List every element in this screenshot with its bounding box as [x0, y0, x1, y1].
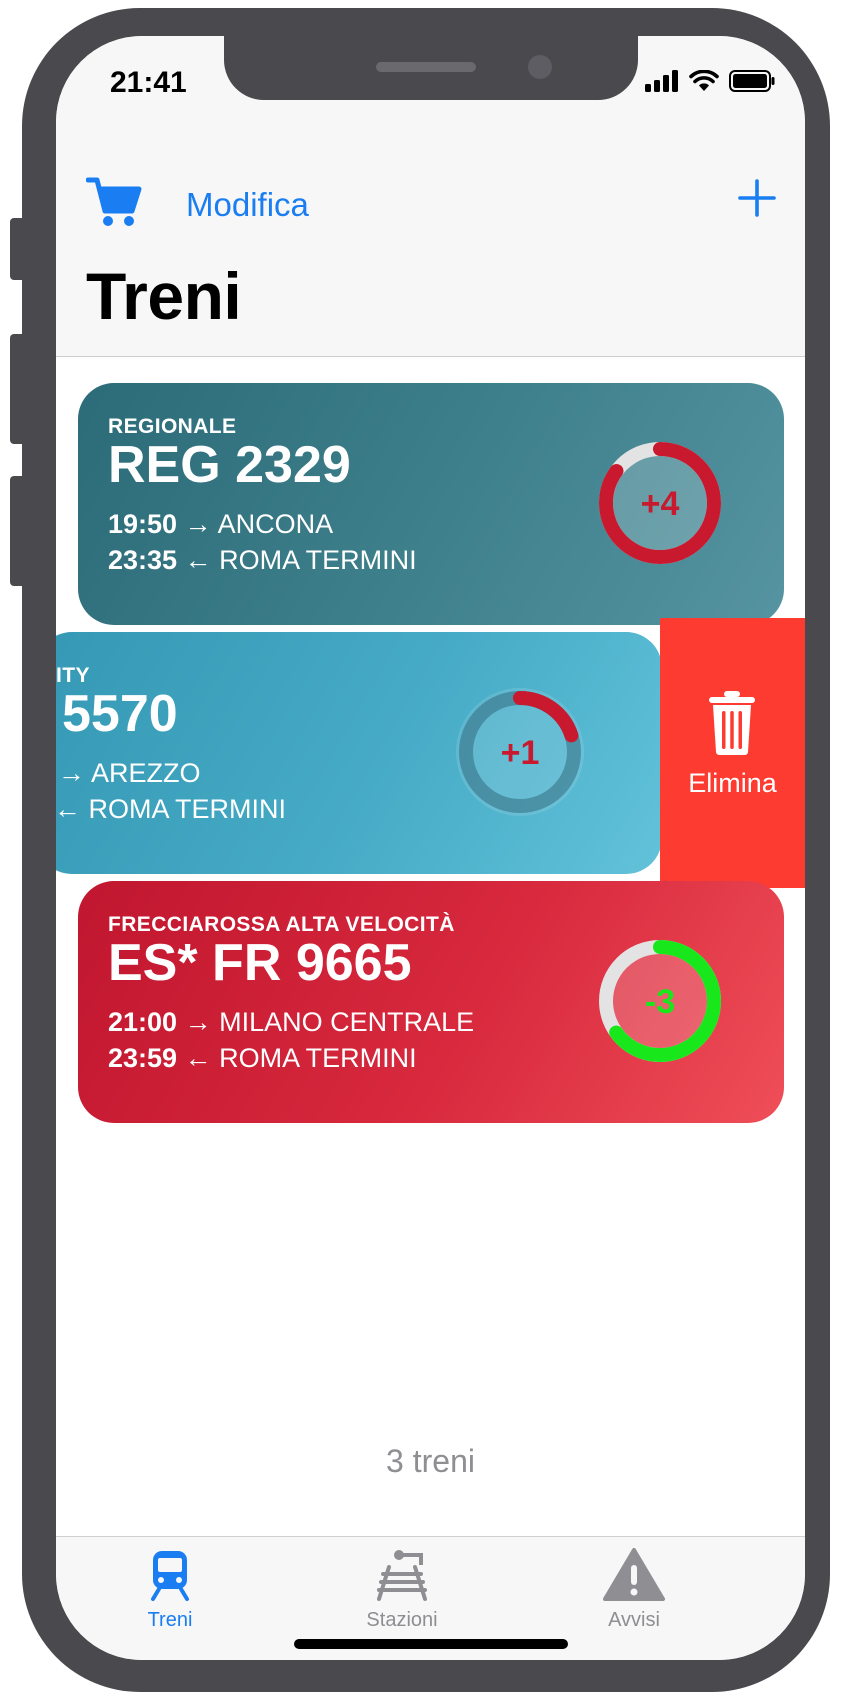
trash-icon — [709, 691, 755, 755]
tab-avvisi[interactable]: Avvisi — [534, 1537, 734, 1632]
station-icon — [377, 1550, 427, 1601]
delay-value: +1 — [501, 734, 540, 772]
notch — [224, 36, 638, 100]
tab-label: Stazioni — [366, 1609, 438, 1631]
departure-row: 19:50 → ANCONA — [108, 509, 333, 540]
arrow-left-icon: ← — [184, 545, 212, 575]
warning-icon — [603, 1548, 665, 1601]
tab-label: Treni — [147, 1609, 193, 1631]
status-time: 21:41 — [110, 66, 187, 99]
front-camera — [528, 55, 552, 79]
departure-time: 19:50 — [108, 509, 178, 539]
arrival-time: 23:59 — [108, 1043, 178, 1073]
speaker — [376, 62, 476, 72]
screen: 21:41 Modifica Treni REGIONALE REG 2329 … — [56, 36, 805, 1660]
departure-row: → AREZZO — [58, 758, 201, 789]
train-count-label: 3 treni — [386, 1443, 475, 1479]
train-icon — [151, 1551, 189, 1601]
tab-stazioni[interactable]: Stazioni — [302, 1537, 502, 1632]
add-icon[interactable] — [737, 178, 777, 218]
delay-ring: -3 — [599, 940, 721, 1062]
origin: ROMA TERMINI — [88, 794, 287, 824]
tab-treni[interactable]: Treni — [70, 1537, 270, 1632]
arrival-row: 23:59 ← ROMA TERMINI — [108, 1043, 417, 1074]
delay-ring: +1 — [456, 688, 584, 816]
train-card[interactable]: FRECCIAROSSA ALTA VELOCITÀ ES* FR 9665 2… — [78, 881, 784, 1123]
destination: ANCONA — [217, 509, 334, 539]
edit-button[interactable]: Modifica — [186, 186, 309, 224]
delay-value: +4 — [641, 485, 680, 523]
arrow-right-icon: → — [184, 509, 212, 539]
arrow-left-icon: ← — [56, 794, 81, 824]
navigation-bar: Modifica Treni — [56, 126, 805, 357]
origin: ROMA TERMINI — [219, 545, 417, 575]
cart-icon[interactable] — [86, 174, 142, 230]
delay-value: -3 — [645, 983, 675, 1021]
train-card-swiped[interactable]: ITY 5570 → AREZZO ← ROMA TERMINI +1 — [56, 632, 662, 874]
destination: MILANO CENTRALE — [219, 1007, 475, 1037]
train-card[interactable]: REGIONALE REG 2329 19:50 → ANCONA 23:35 … — [78, 383, 784, 625]
arrival-row: 23:35 ← ROMA TERMINI — [108, 545, 417, 576]
volume-down-button — [10, 476, 26, 586]
arrow-right-icon: → — [184, 1007, 212, 1037]
arrow-right-icon: → — [58, 758, 85, 788]
wifi-icon — [689, 70, 719, 91]
departure-row: 21:00 → MILANO CENTRALE — [108, 1007, 474, 1038]
arrival-row: ← ROMA TERMINI — [56, 794, 286, 825]
volume-up-button — [10, 334, 26, 444]
cellular-signal-icon — [645, 70, 678, 92]
status-icons — [645, 70, 775, 92]
tab-label: Avvisi — [608, 1609, 660, 1631]
departure-time: 21:00 — [108, 1007, 178, 1037]
arrow-left-icon: ← — [184, 1043, 212, 1073]
origin: ROMA TERMINI — [219, 1043, 417, 1073]
train-number: ES* FR 9665 — [108, 934, 412, 992]
train-number: REG 2329 — [108, 436, 351, 494]
mute-switch — [10, 218, 26, 280]
home-indicator — [294, 1639, 568, 1649]
delay-ring: +4 — [599, 442, 721, 564]
train-number: 5570 — [62, 685, 178, 743]
destination: AREZZO — [91, 758, 201, 788]
battery-icon — [729, 70, 775, 92]
delete-action-button[interactable]: Elimina — [660, 618, 805, 888]
page-title: Treni — [86, 259, 242, 333]
arrival-time: 23:35 — [108, 545, 178, 575]
delete-label: Elimina — [688, 768, 777, 798]
train-list: REGIONALE REG 2329 19:50 → ANCONA 23:35 … — [56, 357, 805, 1537]
